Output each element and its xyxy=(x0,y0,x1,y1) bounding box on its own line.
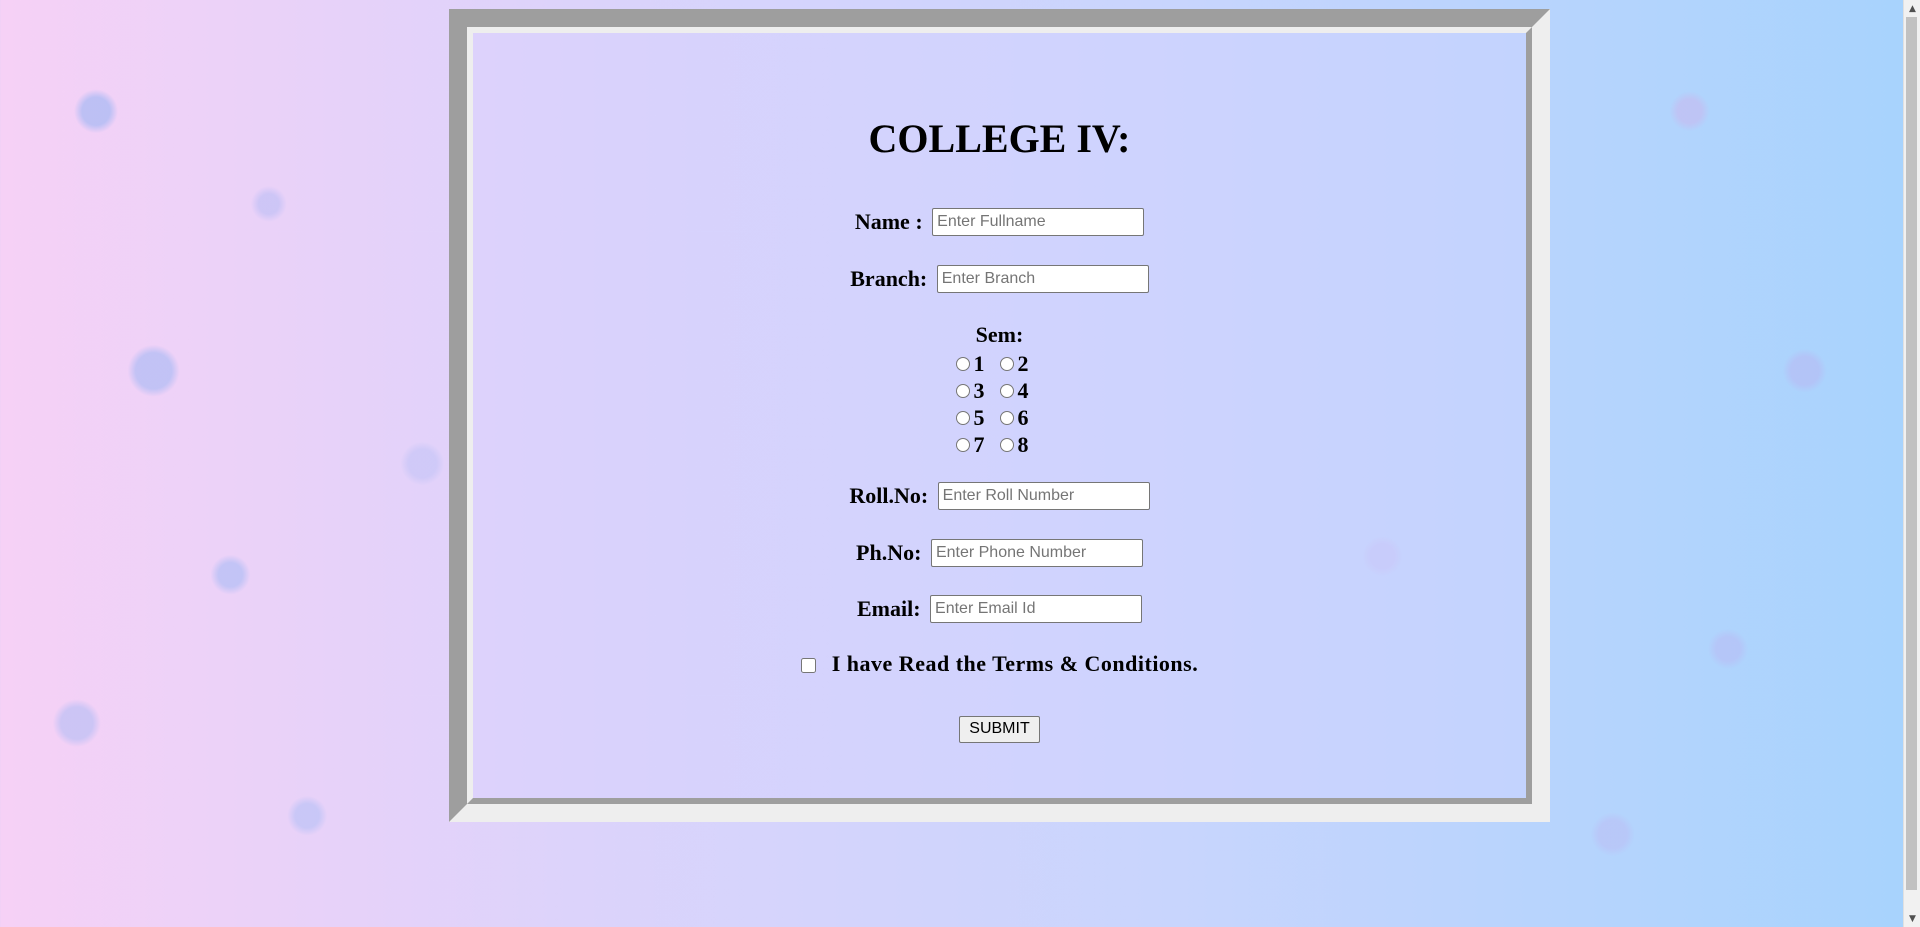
form-container: COLLEGE IV: Name : Branch: Sem: 1 2 3 4 5 6 7 8… xyxy=(449,9,1550,822)
terms-row: I have Read the Terms & Conditions. xyxy=(467,651,1532,677)
sem-option-label: 8 xyxy=(1017,431,1029,457)
name-label: Name : xyxy=(854,208,923,234)
name-row: Name : xyxy=(467,207,1532,236)
sem-option-label: 1 xyxy=(973,350,985,376)
scroll-up-arrow-icon[interactable]: ▲ xyxy=(1904,0,1920,17)
sem-option-label: 4 xyxy=(1017,377,1029,403)
sem-option-4[interactable]: 4 xyxy=(999,377,1044,404)
sem-option-label: 6 xyxy=(1017,404,1029,430)
email-input[interactable] xyxy=(930,594,1143,623)
submit-button[interactable]: SUBMIT xyxy=(959,715,1040,743)
sem-label: Sem: xyxy=(975,322,1024,347)
sem-option-7[interactable]: 7 xyxy=(955,431,1000,458)
sem-radio-8[interactable] xyxy=(999,437,1014,452)
sem-option-3[interactable]: 3 xyxy=(955,377,1000,404)
scroll-down-arrow-icon[interactable]: ▼ xyxy=(1904,910,1920,927)
sem-option-label: 3 xyxy=(973,377,985,403)
page-title: COLLEGE IV: xyxy=(868,116,1131,161)
name-input[interactable] xyxy=(932,207,1145,236)
terms-label: I have Read the Terms & Conditions. xyxy=(831,651,1199,676)
sem-row: Sem: 1 2 3 4 5 6 7 8 xyxy=(467,322,1532,458)
roll-label: Roll.No: xyxy=(849,482,929,508)
terms-checkbox[interactable] xyxy=(800,658,816,674)
branch-input[interactable] xyxy=(936,264,1149,293)
sem-option-label: 2 xyxy=(1017,350,1029,376)
sem-radio-1[interactable] xyxy=(955,356,970,371)
phone-label: Ph.No: xyxy=(856,539,922,565)
sem-option-label: 7 xyxy=(973,431,985,457)
sem-option-label: 5 xyxy=(973,404,985,430)
email-label: Email: xyxy=(856,595,921,621)
phone-row: Ph.No: xyxy=(467,538,1532,567)
sem-radio-7[interactable] xyxy=(955,437,970,452)
roll-number-input[interactable] xyxy=(937,481,1150,510)
sem-option-1[interactable]: 1 xyxy=(955,350,1000,377)
sem-option-5[interactable]: 5 xyxy=(955,404,1000,431)
email-row: Email: xyxy=(467,594,1532,623)
roll-row: Roll.No: xyxy=(467,481,1532,510)
vertical-scrollbar[interactable]: ▲ ▼ xyxy=(1903,0,1920,927)
sem-radio-4[interactable] xyxy=(999,383,1014,398)
scroll-thumb[interactable] xyxy=(1906,17,1917,890)
branch-label: Branch: xyxy=(850,265,928,291)
sem-radio-5[interactable] xyxy=(955,410,970,425)
sem-radio-6[interactable] xyxy=(999,410,1014,425)
sem-option-6[interactable]: 6 xyxy=(999,404,1044,431)
sem-option-8[interactable]: 8 xyxy=(999,431,1044,458)
sem-radio-3[interactable] xyxy=(955,383,970,398)
branch-row: Branch: xyxy=(467,264,1532,293)
sem-option-2[interactable]: 2 xyxy=(999,350,1044,377)
sem-options: 1 2 3 4 5 6 7 8 xyxy=(955,350,1044,458)
phone-input[interactable] xyxy=(930,538,1143,567)
submit-row: SUBMIT xyxy=(467,713,1532,743)
sem-radio-2[interactable] xyxy=(999,356,1014,371)
